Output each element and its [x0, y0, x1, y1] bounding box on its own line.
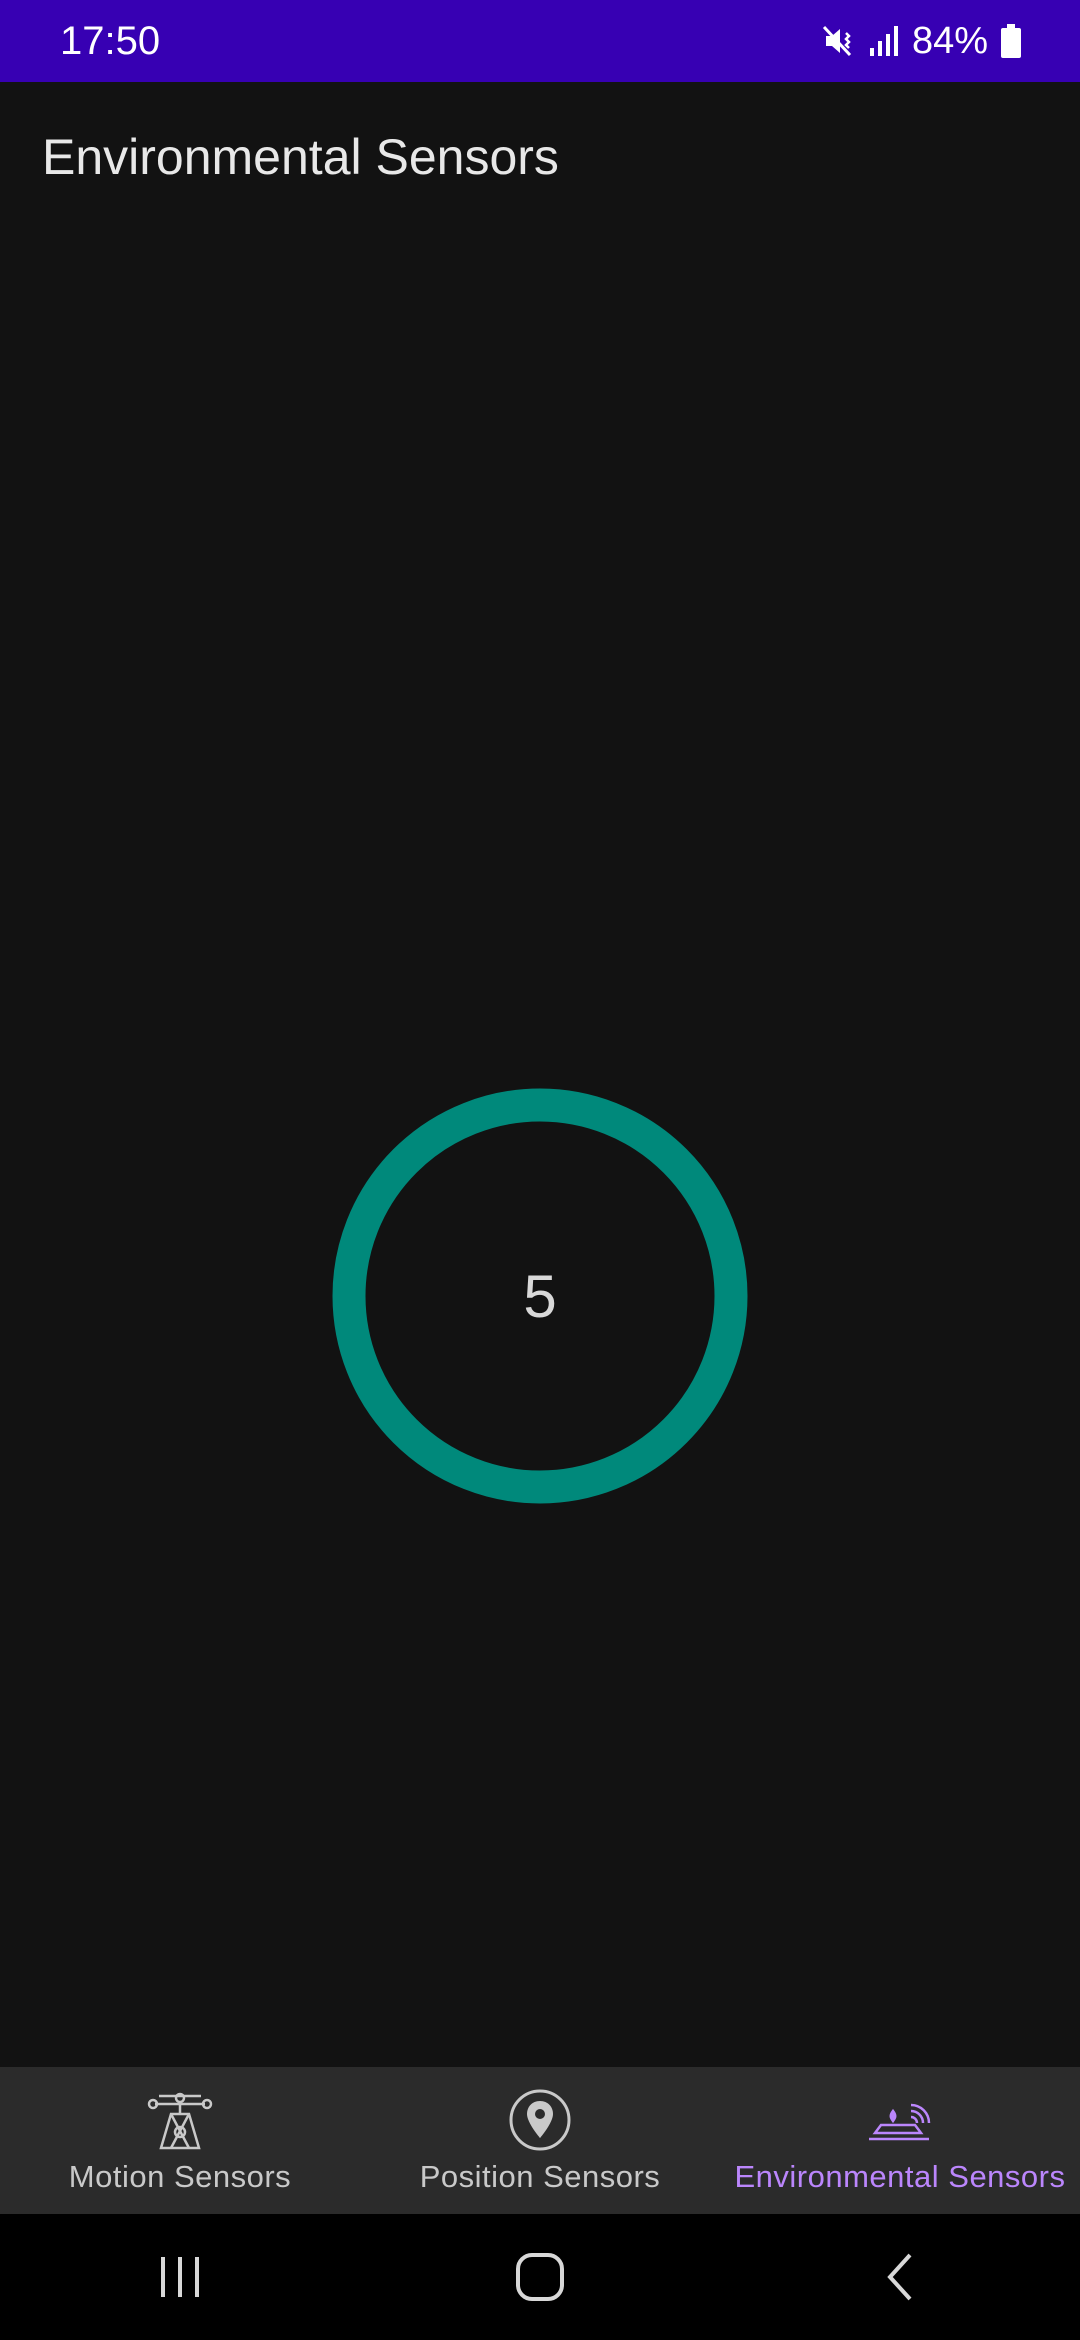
- nav-item-motion-sensors[interactable]: Motion Sensors: [0, 2067, 360, 2214]
- sensor-value: 5: [523, 1262, 557, 1330]
- main-content: [0, 82, 1080, 2067]
- mute-vibrate-icon: [820, 23, 856, 59]
- nav-label-motion-sensors: Motion Sensors: [68, 2159, 292, 2194]
- recents-icon: [161, 2257, 199, 2297]
- nav-label-environmental-sensors: Environmental Sensors: [734, 2159, 1066, 2194]
- nav-label-position-sensors: Position Sensors: [419, 2159, 661, 2194]
- home-button[interactable]: [480, 2232, 600, 2322]
- back-icon: [887, 2253, 912, 2301]
- home-icon: [516, 2253, 564, 2301]
- nav-item-environmental-sensors[interactable]: Environmental Sensors: [720, 2067, 1080, 2214]
- bottom-navigation: Motion Sensors Position Sensors Environm…: [0, 2067, 1080, 2214]
- nav-item-position-sensors[interactable]: Position Sensors: [360, 2067, 720, 2214]
- status-icons: 84%: [820, 20, 1022, 63]
- battery-icon: [1000, 23, 1022, 59]
- system-navigation-bar: [0, 2214, 1080, 2340]
- environment-sensor-icon: [865, 2087, 935, 2153]
- recents-button[interactable]: [120, 2232, 240, 2322]
- back-button[interactable]: [840, 2232, 960, 2322]
- status-time: 17:50: [60, 18, 161, 63]
- signal-icon: [868, 24, 900, 58]
- battery-text: 84%: [911, 19, 988, 62]
- motion-sensor-icon: [145, 2087, 215, 2153]
- status-bar: 17:50 84%: [0, 0, 1080, 82]
- sensor-ring: 5: [332, 1088, 748, 1504]
- location-pin-icon: [505, 2087, 575, 2153]
